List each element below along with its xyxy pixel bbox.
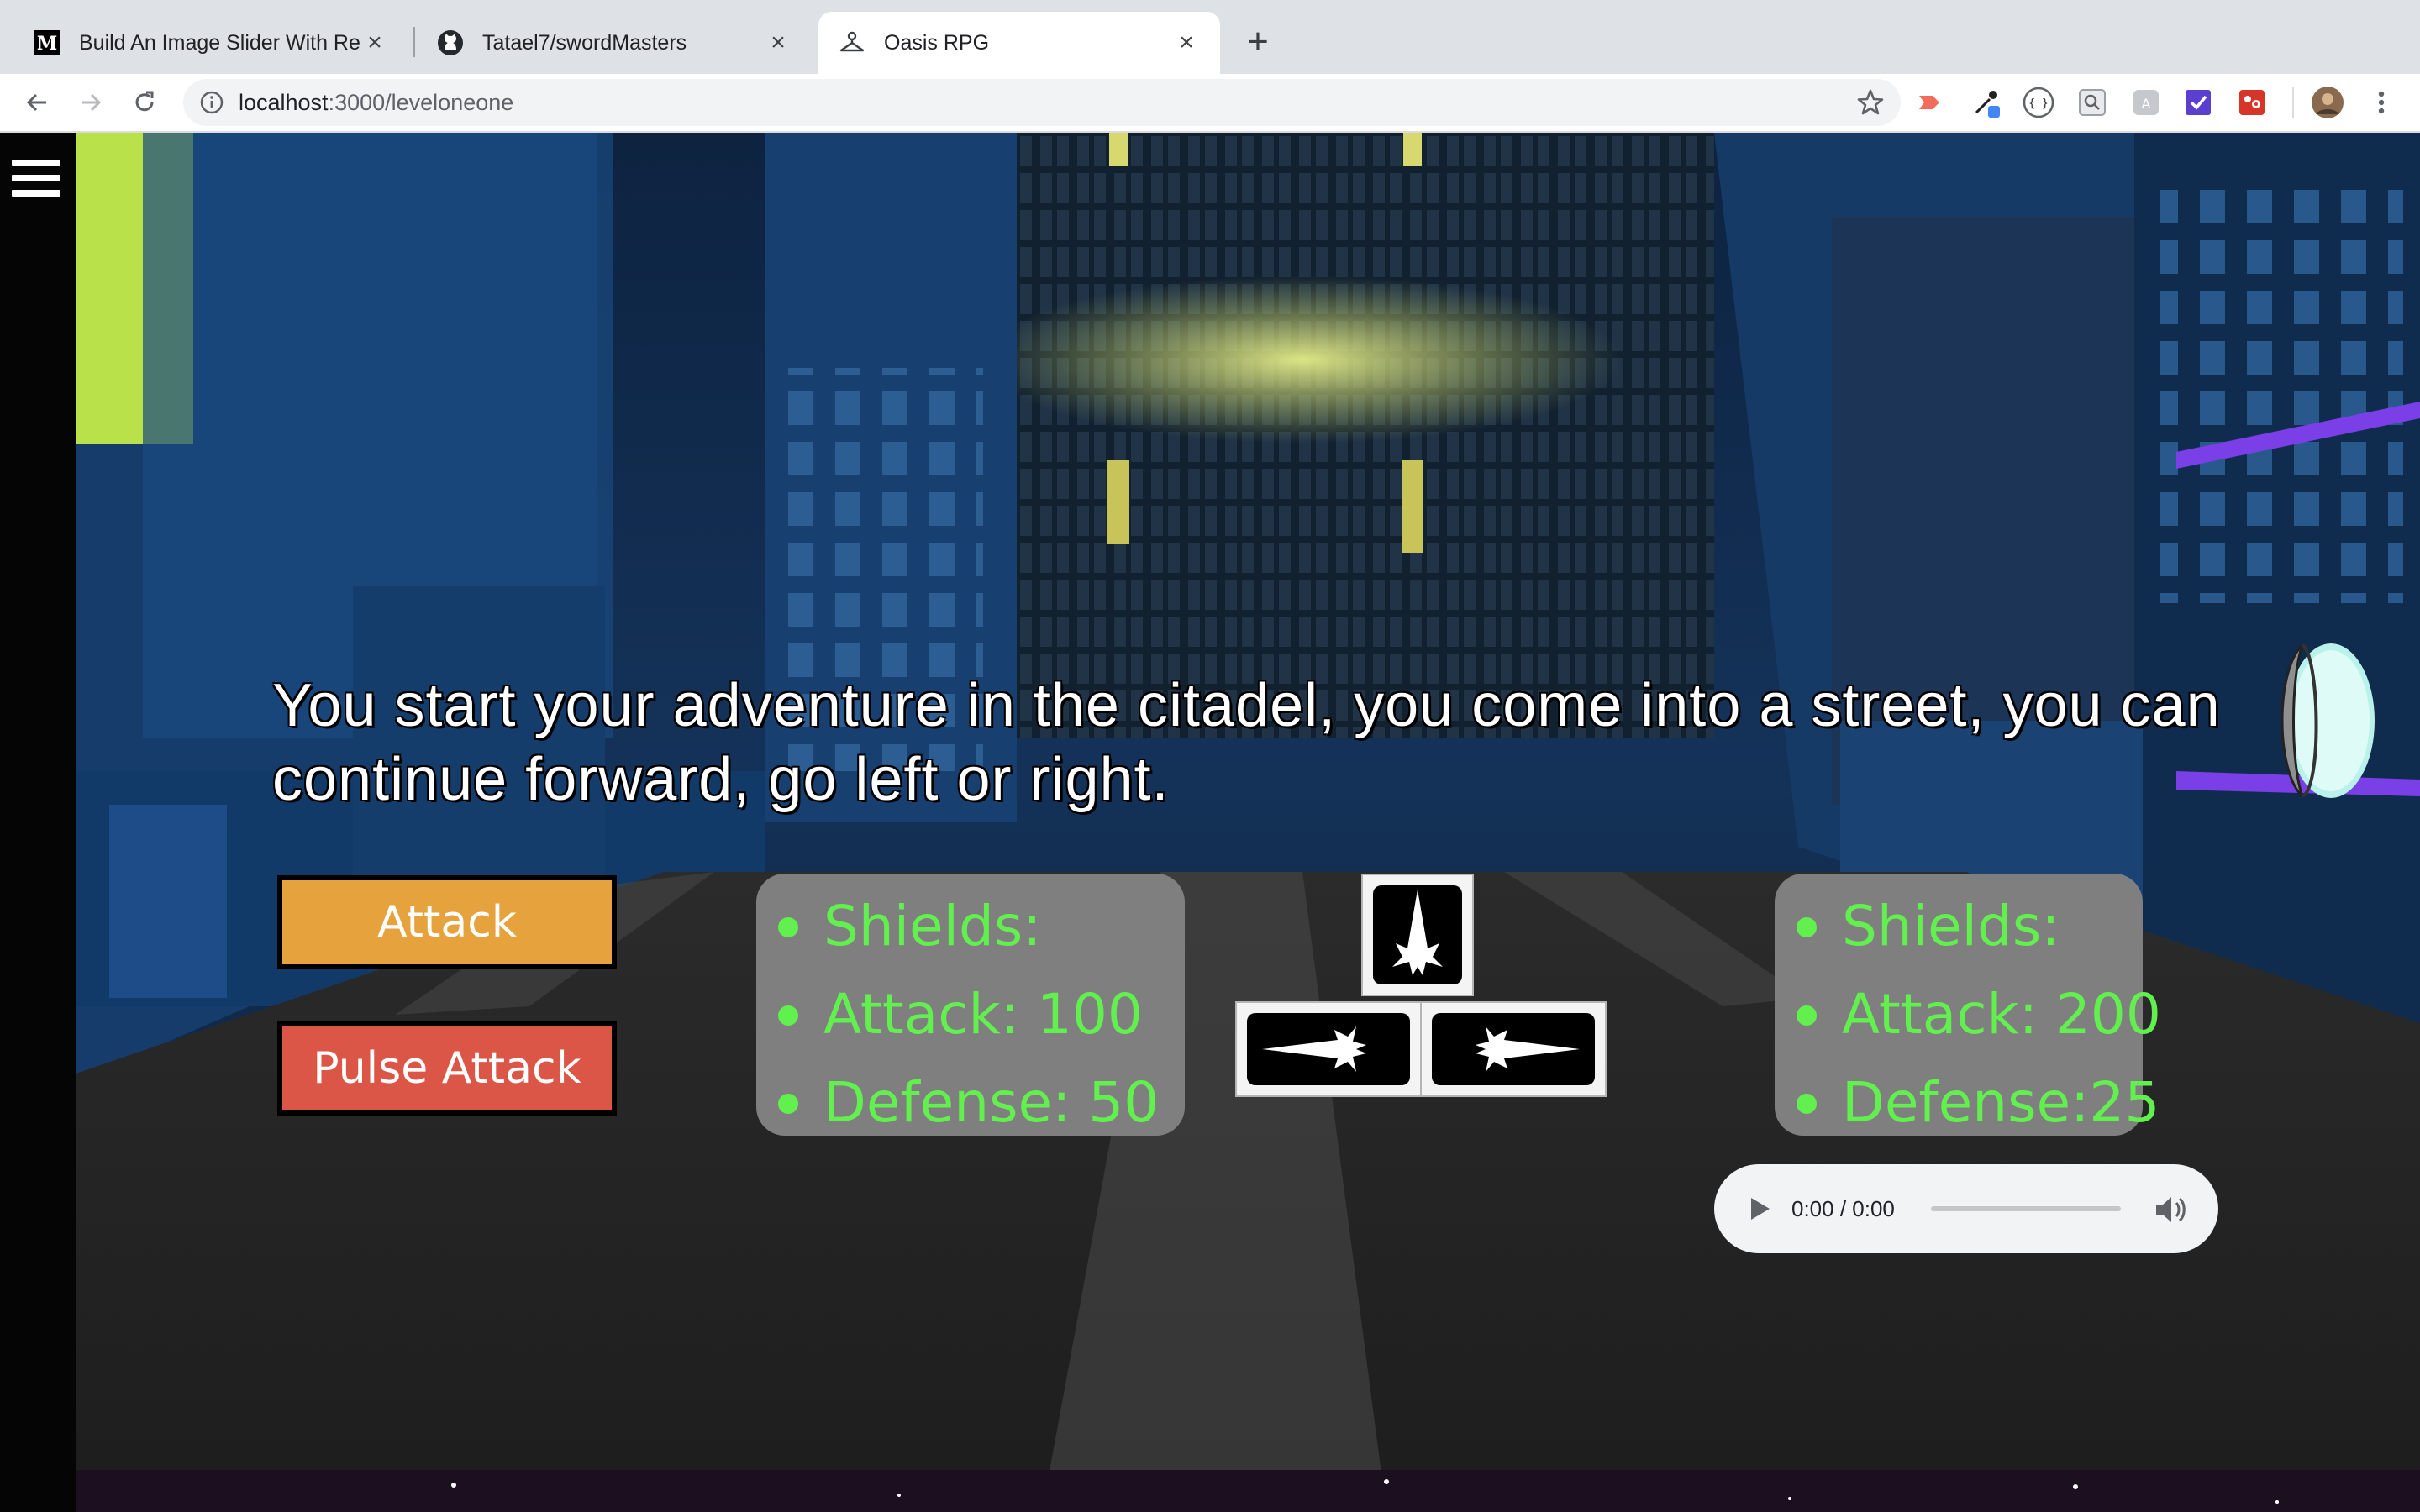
- audio-player: 0:00 / 0:00: [1714, 1164, 2218, 1253]
- toolbar-divider: [2292, 87, 2294, 118]
- back-button[interactable]: [17, 82, 57, 123]
- move-left-button[interactable]: [1235, 1001, 1422, 1097]
- svg-text:{ }: { }: [2028, 97, 2048, 110]
- info-icon[interactable]: [198, 89, 225, 116]
- tab-close-icon[interactable]: ×: [1173, 29, 1200, 57]
- game-page: You start your adventure in the citadel,…: [0, 133, 2420, 1512]
- forward-button[interactable]: [71, 82, 111, 123]
- extension-code-icon[interactable]: { }: [2022, 86, 2055, 119]
- medium-icon: M: [34, 29, 60, 56]
- avatar[interactable]: [2311, 86, 2344, 119]
- tab-medium-article[interactable]: M Build An Image Slider With Rea ×: [13, 12, 408, 74]
- arrow-right-icon: [82, 93, 102, 112]
- svg-text:M: M: [37, 33, 57, 55]
- move-forward-button[interactable]: [1361, 874, 1474, 996]
- extension-search-icon[interactable]: [2075, 86, 2109, 119]
- story-text: You start your adventure in the citadel,…: [272, 672, 2221, 813]
- player-stats-panel: Shields: Attack: 100 Defense: 50: [756, 874, 1185, 1136]
- enemy-shields: Shields:: [1788, 882, 2143, 970]
- tab-github-repo[interactable]: Tatael7/swordMasters ×: [417, 12, 812, 74]
- url-text[interactable]: localhost:3000/leveloneone: [239, 79, 513, 126]
- player-shields: Shields:: [770, 882, 1185, 970]
- tab-close-icon[interactable]: ×: [765, 29, 792, 57]
- new-tab-button[interactable]: +: [1239, 18, 1277, 66]
- extension-red-icon[interactable]: [2235, 86, 2269, 119]
- arrow-right-icon: [1476, 1026, 1580, 1072]
- volume-icon[interactable]: [2153, 1191, 2190, 1228]
- arrow-up-icon: [1392, 890, 1443, 975]
- enemy-attack: Attack: 200: [1788, 970, 2161, 1058]
- move-right-button[interactable]: [1420, 1001, 1607, 1097]
- tab-title: Build An Image Slider With Rea: [79, 30, 361, 55]
- more-menu-icon[interactable]: [2365, 86, 2398, 119]
- extension-record-icon[interactable]: [1912, 86, 1946, 119]
- github-icon: [437, 29, 464, 56]
- arrow-left-icon: [26, 93, 46, 112]
- enemy-stats-panel: Shields: Attack: 200 Defense:25: [1775, 874, 2161, 1136]
- browser-toolbar: localhost:3000/leveloneone { } A: [0, 74, 2420, 133]
- attack-button[interactable]: Attack: [277, 875, 617, 969]
- tab-strip: M Build An Image Slider With Rea × Tatae…: [0, 0, 2420, 74]
- extension-eyedropper-icon[interactable]: [1970, 86, 2003, 119]
- hanger-icon: [839, 29, 865, 56]
- hamburger-menu-icon[interactable]: [12, 160, 60, 200]
- arrow-left-icon: [1262, 1026, 1366, 1072]
- pulse-attack-button[interactable]: Pulse Attack: [277, 1021, 617, 1116]
- player-defense: Defense: 50: [770, 1058, 1185, 1147]
- svg-text:A: A: [2142, 96, 2151, 112]
- tab-title: Oasis RPG: [884, 30, 990, 55]
- audio-time: 0:00 / 0:00: [1791, 1196, 1895, 1221]
- shield-orb-icon: [2281, 643, 2375, 798]
- extension-puzzle-icon[interactable]: A: [2129, 86, 2163, 119]
- enemy-defense: Defense:25: [1788, 1058, 2160, 1147]
- tab-close-icon[interactable]: ×: [361, 29, 388, 57]
- url-host: localhost: [239, 90, 329, 115]
- player-attack: Attack: 100: [770, 970, 1185, 1058]
- audio-seek-slider[interactable]: [1931, 1206, 2121, 1211]
- tab-oasis-rpg[interactable]: Oasis RPG ×: [818, 12, 1220, 74]
- reload-icon: [135, 91, 154, 112]
- url-path: :3000/leveloneone: [328, 90, 514, 115]
- tab-separator: [413, 27, 415, 57]
- extension-check-icon[interactable]: [2181, 86, 2215, 119]
- bookmark-star-icon[interactable]: [1855, 87, 1886, 118]
- reload-button[interactable]: [124, 82, 165, 123]
- side-nav: [0, 133, 76, 1512]
- tab-title: Tatael7/swordMasters: [482, 30, 687, 55]
- address-bar[interactable]: localhost:3000/leveloneone: [183, 79, 1901, 126]
- play-icon[interactable]: [1744, 1194, 1773, 1223]
- city-street-background: [76, 133, 2420, 1512]
